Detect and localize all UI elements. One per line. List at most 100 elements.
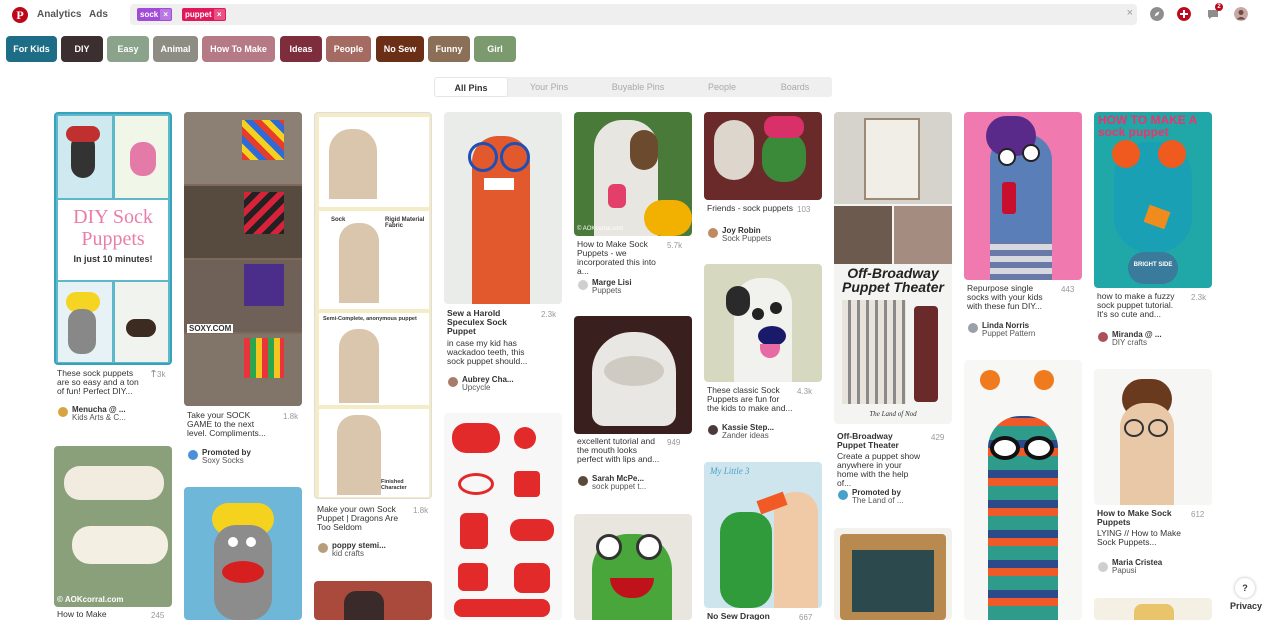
search-bar[interactable]: sock × puppet × × xyxy=(130,4,1137,25)
guide-animal[interactable]: Animal xyxy=(153,36,198,62)
pin-image[interactable] xyxy=(574,514,692,620)
clear-search-icon[interactable]: × xyxy=(1127,7,1133,19)
help-button[interactable]: ? xyxy=(1235,578,1255,598)
pin-image[interactable] xyxy=(964,112,1082,280)
pin-image[interactable] xyxy=(704,112,822,200)
guide-ideas[interactable]: Ideas xyxy=(280,36,322,62)
pin-image[interactable]: © AOKcorral.com xyxy=(574,112,692,236)
pin-description[interactable]: How to Make xyxy=(57,610,143,619)
pinner-info[interactable]: Joy Robin Sock Puppets xyxy=(722,227,771,243)
diagram-label: Sock xyxy=(331,217,346,223)
pin-image[interactable] xyxy=(704,264,822,382)
pinner-info[interactable]: Menucha @ ... Kids Arts & C... xyxy=(72,406,126,422)
pin-image[interactable]: Off-Broadway Puppet Theater The Land of … xyxy=(834,112,952,424)
pinner-avatar[interactable] xyxy=(708,228,718,238)
tab-buyable-pins[interactable]: Buyable Pins xyxy=(596,77,680,97)
privacy-link[interactable]: Privacy xyxy=(1230,601,1262,611)
guide-diy[interactable]: DIY xyxy=(61,36,103,62)
pinner-avatar[interactable] xyxy=(58,407,68,417)
pinner-avatar[interactable] xyxy=(578,280,588,290)
pinner-avatar[interactable] xyxy=(968,323,978,333)
tab-all-pins[interactable]: All Pins xyxy=(434,77,508,97)
pin-image[interactable] xyxy=(1094,598,1212,620)
pinner-info[interactable]: Maria Cristea Papusi xyxy=(1112,559,1162,575)
search-chip-puppet[interactable]: puppet × xyxy=(182,8,226,21)
pin-title[interactable]: Sew a Harold Speculex Sock Puppet xyxy=(447,309,533,336)
compass-icon[interactable] xyxy=(1150,7,1164,21)
pinner-info[interactable]: Kassie Step... Zander ideas xyxy=(722,424,774,440)
pin-title[interactable]: No Sew Dragon xyxy=(707,612,793,620)
chip-remove-icon[interactable]: × xyxy=(213,9,225,20)
tab-your-pins[interactable]: Your Pins xyxy=(514,77,584,97)
pinner-avatar[interactable] xyxy=(1098,332,1108,342)
pinner-avatar[interactable] xyxy=(1098,562,1108,572)
nav-ads[interactable]: Ads xyxy=(89,9,108,20)
pinner-info[interactable]: Sarah McPe... sock puppet t... xyxy=(592,475,646,491)
promoter-avatar[interactable] xyxy=(188,450,198,460)
pinner-info[interactable]: Miranda @ ... DIY crafts xyxy=(1112,331,1162,347)
pin-watermark: © AOKcorral.com xyxy=(57,595,124,604)
pinner-info[interactable]: Promoted by Soxy Socks xyxy=(202,449,251,465)
guide-how-to-make[interactable]: How To Make xyxy=(202,36,275,62)
pin-description[interactable]: How to Make Sock Puppets - we incorporat… xyxy=(577,240,663,276)
pin-title[interactable]: Off-Broadway Puppet Theater xyxy=(837,432,923,450)
pin-image[interactable] xyxy=(444,112,562,304)
pinner-avatar[interactable] xyxy=(318,543,328,553)
pin-image[interactable]: My Little 3 xyxy=(704,462,822,608)
chip-remove-icon[interactable]: × xyxy=(160,9,172,20)
nav-analytics[interactable]: Analytics xyxy=(37,9,81,20)
guide-no-sew[interactable]: No Sew xyxy=(376,36,424,62)
guide-easy[interactable]: Easy xyxy=(107,36,149,62)
pinner-avatar[interactable] xyxy=(708,425,718,435)
pin-image[interactable] xyxy=(574,316,692,434)
pin-image[interactable]: SOXY.COM xyxy=(184,112,302,406)
promoter-avatar[interactable] xyxy=(838,490,848,500)
pin-image[interactable]: © AOKcorral.com xyxy=(54,446,172,607)
pinner-info[interactable]: poppy stemi... kid crafts xyxy=(332,542,386,558)
pin-description[interactable]: Friends - sock puppets xyxy=(707,204,793,213)
pinterest-logo-icon[interactable]: P xyxy=(12,7,28,23)
pinner-info[interactable]: Promoted by The Land of ... xyxy=(852,489,904,505)
pinner-avatar[interactable] xyxy=(578,476,588,486)
pin-save-count: 429 xyxy=(931,433,945,442)
pin-title[interactable]: How to Make Sock Puppets xyxy=(1097,509,1183,527)
pin-image[interactable]: DIY Sock Puppets In just 10 minutes! xyxy=(54,112,172,365)
pin-image[interactable] xyxy=(1094,369,1212,505)
pin-description[interactable]: Create a puppet show anywhere in your ho… xyxy=(837,452,923,488)
pin-description[interactable]: These classic Sock Puppets are fun for t… xyxy=(707,386,793,413)
pin-description[interactable]: in case my kid has wackadoo teeth, this … xyxy=(447,339,533,366)
guide-funny[interactable]: Funny xyxy=(428,36,470,62)
pinner-info[interactable]: Aubrey Cha... Upcycle xyxy=(462,376,514,392)
user-avatar[interactable] xyxy=(1234,7,1248,21)
tab-boards[interactable]: Boards xyxy=(760,77,830,97)
diagram-label: Semi-Complete, anonymous puppet xyxy=(323,316,417,322)
pinner-info[interactable]: Linda Norris Puppet Pattern xyxy=(982,322,1035,338)
pin-save-count: 103 xyxy=(797,205,811,214)
create-plus-icon[interactable] xyxy=(1177,7,1191,21)
pin-image[interactable] xyxy=(834,528,952,620)
pin-image[interactable] xyxy=(184,487,302,620)
guide-girl[interactable]: Girl xyxy=(474,36,516,62)
pin-overlay-title: HOW TO MAKE A sock puppet xyxy=(1098,113,1197,139)
pin-description[interactable]: how to make a fuzzy sock puppet tutorial… xyxy=(1097,292,1183,319)
pin-description[interactable]: excellent tutorial and the mouth looks p… xyxy=(577,437,663,464)
pinner-info[interactable]: Marge Lisi Puppets xyxy=(592,279,632,295)
pin-description[interactable]: These sock puppets are so easy and a ton… xyxy=(57,369,143,396)
pin-save-count: 667 xyxy=(799,613,813,620)
pin-image[interactable] xyxy=(314,581,432,620)
pin-image[interactable]: HOW TO MAKE A sock puppet BRIGHT SIDE xyxy=(1094,112,1212,288)
pin-watermark: My Little 3 xyxy=(710,466,750,476)
guide-people[interactable]: People xyxy=(326,36,371,62)
guide-for-kids[interactable]: For Kids xyxy=(6,36,57,62)
pin-image[interactable] xyxy=(964,360,1082,620)
tab-people[interactable]: People xyxy=(690,77,754,97)
pin-description[interactable]: Make your own Sock Puppet | Dragons Are … xyxy=(317,505,403,532)
search-chip-sock[interactable]: sock × xyxy=(137,8,173,21)
pin-description[interactable]: Take your SOCK GAME to the next level. C… xyxy=(187,411,273,438)
pin-overlay-title: DIY Sock Puppets xyxy=(73,206,153,250)
pin-description[interactable]: LYING // How to Make Sock Puppets... xyxy=(1097,529,1183,547)
pinner-avatar[interactable] xyxy=(448,377,458,387)
pin-image[interactable] xyxy=(444,413,562,620)
pin-description[interactable]: Repurpose single socks with your kids wi… xyxy=(967,284,1053,311)
pin-image[interactable]: Sock Rigid Material Fabric Semi-Complete… xyxy=(314,112,432,499)
